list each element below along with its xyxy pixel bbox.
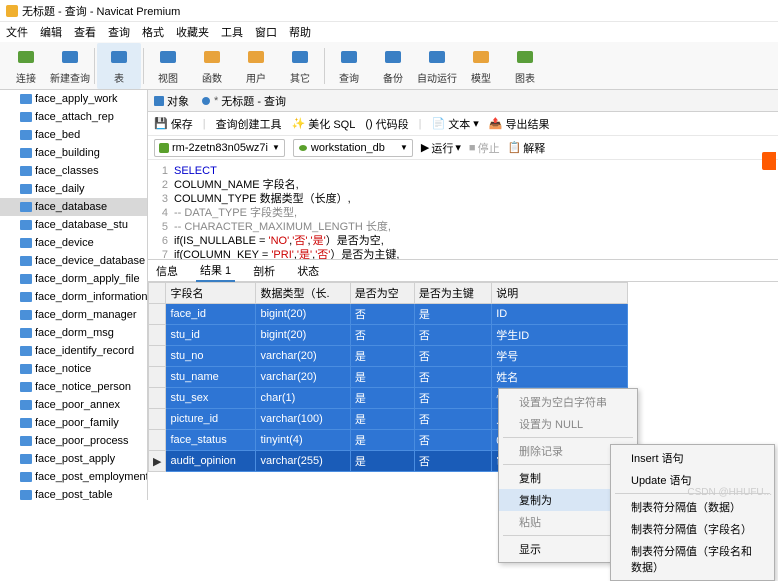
menu-收藏夹[interactable]: 收藏夹 — [176, 24, 209, 40]
tree-face_notice[interactable]: face_notice — [0, 360, 147, 378]
tree-face_device[interactable]: face_device — [0, 234, 147, 252]
server-combo[interactable]: rm-2zetn83n05wz7i▼ — [154, 139, 285, 157]
run-button[interactable]: ▶ 运行 ▾ — [421, 140, 461, 156]
menu-帮助[interactable]: 帮助 — [289, 24, 311, 40]
menu-格式[interactable]: 格式 — [142, 24, 164, 40]
tree-face_identify_record[interactable]: face_identify_record — [0, 342, 147, 360]
tree-face_poor_annex[interactable]: face_poor_annex — [0, 396, 147, 414]
table-row[interactable]: face_idbigint(20)否是ID — [149, 304, 628, 325]
tab-status[interactable]: 状态 — [293, 261, 323, 281]
tb-view[interactable]: 视图 — [146, 43, 190, 89]
tree-face_poor_family[interactable]: face_poor_family — [0, 414, 147, 432]
tree-face_post_employment[interactable]: face_post_employment — [0, 468, 147, 486]
tree-face_building[interactable]: face_building — [0, 144, 147, 162]
feedback-icon[interactable] — [762, 152, 776, 170]
table-row[interactable]: stu_namevarchar(20)是否姓名 — [149, 367, 628, 388]
table-row[interactable]: stu_idbigint(20)否否学生ID — [149, 325, 628, 346]
tab-result[interactable]: 结果 1 — [196, 260, 235, 282]
tb-newquery[interactable]: 新建查询 — [48, 43, 92, 89]
tb-query[interactable]: 查询 — [327, 43, 371, 89]
tb-model[interactable]: 模型 — [459, 43, 503, 89]
tb-other[interactable]: 其它 — [278, 43, 322, 89]
tree-face_dorm_msg[interactable]: face_dorm_msg — [0, 324, 147, 342]
mi-insert[interactable]: Insert 语句 — [611, 447, 774, 469]
titlebar: 无标题 - 查询 - Navicat Premium — [0, 0, 778, 22]
builder-button[interactable]: 查询创建工具 — [216, 116, 282, 132]
tab-objects[interactable]: 对象 — [154, 93, 189, 109]
app-icon — [6, 5, 18, 17]
tree-face_attach_rep[interactable]: face_attach_rep — [0, 108, 147, 126]
menu-查看[interactable]: 查看 — [74, 24, 96, 40]
tree-face_daily[interactable]: face_daily — [0, 180, 147, 198]
db-combo[interactable]: workstation_db▼ — [293, 139, 413, 157]
tree-face_classes[interactable]: face_classes — [0, 162, 147, 180]
tree-face_post_apply[interactable]: face_post_apply — [0, 450, 147, 468]
tabbar: 对象 * 无标题 - 查询 — [148, 90, 778, 112]
result-tabs: 信息 结果 1 剖析 状态 — [148, 260, 778, 282]
mi-null[interactable]: 设置为 NULL — [499, 413, 637, 435]
tab-profile[interactable]: 剖析 — [249, 261, 279, 281]
menu-工具[interactable]: 工具 — [221, 24, 243, 40]
menu-窗口[interactable]: 窗口 — [255, 24, 277, 40]
menu-查询[interactable]: 查询 — [108, 24, 130, 40]
connection-bar: rm-2zetn83n05wz7i▼ workstation_db▼ ▶ 运行 … — [148, 136, 778, 160]
tree-face_dorm_apply_file[interactable]: face_dorm_apply_file — [0, 270, 147, 288]
tab-query[interactable]: * 无标题 - 查询 — [201, 93, 286, 109]
tb-auto[interactable]: 自动运行 — [415, 43, 459, 89]
tb-table[interactable]: 表 — [97, 43, 141, 89]
mi-tab-data[interactable]: 制表符分隔值（数据） — [611, 496, 774, 518]
text-button[interactable]: 📄 文本 ▾ — [432, 116, 479, 132]
table-row[interactable]: stu_novarchar(20)是否学号 — [149, 346, 628, 367]
stop-button[interactable]: ■ 停止 — [469, 140, 500, 156]
save-button[interactable]: 💾 保存 — [154, 116, 193, 132]
tree-face_poor_process[interactable]: face_poor_process — [0, 432, 147, 450]
tb-backup[interactable]: 备份 — [371, 43, 415, 89]
tree-face_bed[interactable]: face_bed — [0, 126, 147, 144]
watermark: CSDN @HHUFU... — [687, 487, 772, 498]
editor-toolbar: 💾 保存 | 查询创建工具 ✨美化 SQL ()代码段 | 📄 文本 ▾ 📤导出… — [148, 112, 778, 136]
menubar: 文件编辑查看查询格式收藏夹工具窗口帮助 — [0, 22, 778, 42]
tree-face_apply_work[interactable]: face_apply_work — [0, 90, 147, 108]
beautify-button[interactable]: ✨美化 SQL — [292, 116, 356, 132]
tree-face_database[interactable]: face_database — [0, 198, 147, 216]
tree-face_device_database[interactable]: face_device_database — [0, 252, 147, 270]
tb-connect[interactable]: 连接 — [4, 43, 48, 89]
sidebar: face_apply_workface_attach_repface_bedfa… — [0, 90, 148, 500]
tree-face_notice_person[interactable]: face_notice_person — [0, 378, 147, 396]
tb-func[interactable]: 函数 — [190, 43, 234, 89]
tree-face_dorm_information[interactable]: face_dorm_information — [0, 288, 147, 306]
tab-info[interactable]: 信息 — [152, 261, 182, 281]
tree-face_database_stu[interactable]: face_database_stu — [0, 216, 147, 234]
tb-user[interactable]: 用户 — [234, 43, 278, 89]
tree-face_post_table[interactable]: face_post_table — [0, 486, 147, 500]
context-submenu: Insert 语句 Update 语句 制表符分隔值（数据） 制表符分隔值（字段… — [610, 444, 775, 581]
tree-face_dorm_manager[interactable]: face_dorm_manager — [0, 306, 147, 324]
mi-tab-field[interactable]: 制表符分隔值（字段名） — [611, 518, 774, 540]
explain-button[interactable]: 📋解释 — [508, 140, 546, 156]
window-title: 无标题 - 查询 - Navicat Premium — [22, 3, 180, 19]
mi-blank[interactable]: 设置为空白字符串 — [499, 391, 637, 413]
menu-文件[interactable]: 文件 — [6, 24, 28, 40]
tb-chart[interactable]: 图表 — [503, 43, 547, 89]
export-button[interactable]: 📤导出结果 — [489, 116, 550, 132]
toolbar: 连接新建查询表视图函数用户其它查询备份自动运行模型图表 — [0, 42, 778, 90]
snippet-button[interactable]: ()代码段 — [365, 116, 408, 132]
menu-编辑[interactable]: 编辑 — [40, 24, 62, 40]
sql-editor[interactable]: 1SELECT2 COLUMN_NAME 字段名,3 COLUMN_TYPE 数… — [148, 160, 778, 260]
mi-tab-both[interactable]: 制表符分隔值（字段名和数据） — [611, 540, 774, 578]
